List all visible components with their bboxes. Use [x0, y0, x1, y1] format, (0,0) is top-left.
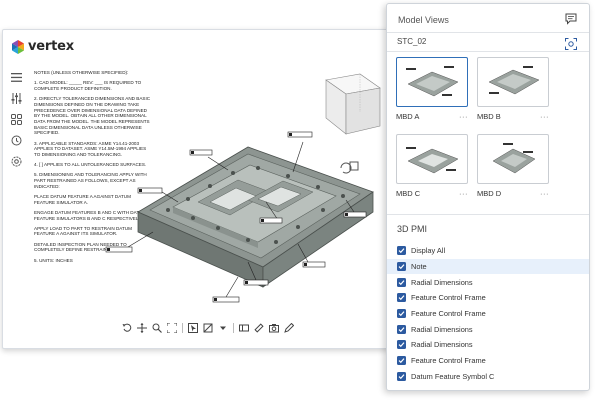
comment-icon[interactable]: [565, 12, 577, 25]
pmi-list: Display All Note Radial Dimensions Featu…: [387, 243, 589, 384]
zoom-icon[interactable]: [152, 323, 162, 333]
panel-divider: [387, 51, 589, 52]
pmi-item[interactable]: Feature Control Frame: [387, 353, 589, 369]
settings-icon[interactable]: [9, 154, 23, 168]
view-cube-icon[interactable]: [325, 73, 381, 135]
vertex-logo: vertex: [11, 39, 74, 54]
pmi-label: Display All: [411, 246, 446, 256]
checkbox-checked-icon[interactable]: [397, 324, 406, 334]
bottom-toolbar: [119, 320, 299, 336]
checkbox-checked-icon[interactable]: [397, 340, 406, 350]
model-views-panel: Model Views STC_02 MBD A ··· MBD B ··· M…: [386, 3, 590, 391]
more-options-icon[interactable]: ···: [459, 189, 468, 198]
app-root: vertex NOTES (UNLESS OTHERWISE SPECIFIED…: [0, 0, 600, 407]
pmi-item[interactable]: Datum Feature Symbol C: [387, 369, 589, 385]
sliders-icon[interactable]: [9, 91, 23, 105]
model-views-grid: MBD A ··· MBD B ··· MBD C ··· MBD D ···: [396, 57, 556, 198]
pmi-item[interactable]: Radial Dimensions: [387, 274, 589, 290]
vertex-logo-mark: [11, 39, 25, 54]
view-thumbnail[interactable]: [396, 57, 468, 107]
model-canvas[interactable]: [98, 72, 389, 317]
chevron-down-icon[interactable]: [218, 323, 228, 333]
model-view-card[interactable]: MBD D ···: [477, 134, 549, 198]
checkbox-checked-icon[interactable]: [397, 356, 406, 366]
rotate-view-icon[interactable]: [340, 161, 359, 174]
view-label: MBD B: [477, 112, 501, 121]
view-thumbnail[interactable]: [477, 57, 549, 107]
pmi-label: Radial Dimensions: [411, 277, 473, 287]
fit-icon[interactable]: [167, 323, 177, 333]
panel-divider: [387, 214, 589, 215]
select-icon[interactable]: [188, 323, 198, 333]
model-render: [105, 73, 381, 303]
checkbox-checked-icon[interactable]: [397, 262, 406, 272]
view-label: MBD C: [396, 189, 421, 198]
section-icon[interactable]: [203, 323, 213, 333]
toolbar-divider: [233, 323, 234, 333]
rotate-icon[interactable]: [122, 323, 132, 333]
pmi-label: Radial Dimensions: [411, 340, 473, 350]
pmi-label: Feature Control Frame: [411, 356, 486, 366]
pmi-label: Feature Control Frame: [411, 309, 486, 319]
checkbox-checked-icon[interactable]: [397, 293, 406, 303]
viewer-window: vertex NOTES (UNLESS OTHERWISE SPECIFIED…: [2, 29, 390, 349]
pmi-label: Feature Control Frame: [411, 293, 486, 303]
camera-icon[interactable]: [269, 323, 279, 333]
pmi-section-title: 3D PMI: [397, 224, 428, 234]
panel-divider: [387, 32, 589, 33]
more-options-icon[interactable]: ···: [540, 112, 549, 121]
pmi-item[interactable]: Feature Control Frame: [387, 290, 589, 306]
pmi-label: Note: [411, 262, 427, 272]
model-view-card[interactable]: MBD B ···: [477, 57, 549, 121]
view-thumbnail[interactable]: [396, 134, 468, 184]
pmi-display-all[interactable]: Display All: [387, 243, 589, 259]
left-toolbar: [7, 70, 25, 168]
pmi-item[interactable]: Radial Dimensions: [387, 321, 589, 337]
history-icon[interactable]: [9, 133, 23, 147]
model-view-card[interactable]: MBD A ···: [396, 57, 468, 121]
toolbar-divider: [182, 323, 183, 333]
menu-icon[interactable]: [9, 70, 23, 84]
model-view-card[interactable]: MBD C ···: [396, 134, 468, 198]
checkbox-checked-icon[interactable]: [397, 371, 406, 381]
markup-icon[interactable]: [284, 323, 294, 333]
pmi-item[interactable]: Radial Dimensions: [387, 337, 589, 353]
pmi-item[interactable]: Note: [387, 258, 589, 275]
view-label: MBD D: [477, 189, 502, 198]
pmi-label: Datum Feature Symbol C: [411, 371, 495, 381]
checkbox-checked-icon[interactable]: [397, 277, 406, 287]
view-label: MBD A: [396, 112, 420, 121]
pmi-icon[interactable]: [239, 323, 249, 333]
fit-view-icon[interactable]: [565, 37, 577, 50]
checkbox-checked-icon[interactable]: [397, 246, 406, 256]
side-icon-bar: [565, 12, 577, 50]
logo-text: vertex: [28, 39, 74, 54]
grid-icon[interactable]: [9, 112, 23, 126]
more-options-icon[interactable]: ···: [459, 112, 468, 121]
measure-icon[interactable]: [254, 323, 264, 333]
checkbox-checked-icon[interactable]: [397, 309, 406, 319]
model-name: STC_02: [397, 37, 427, 46]
pmi-item[interactable]: Feature Control Frame: [387, 306, 589, 322]
view-thumbnail[interactable]: [477, 134, 549, 184]
more-options-icon[interactable]: ···: [540, 189, 549, 198]
pan-icon[interactable]: [137, 323, 147, 333]
pmi-label: Radial Dimensions: [411, 324, 473, 334]
panel-title: Model Views: [398, 15, 449, 25]
